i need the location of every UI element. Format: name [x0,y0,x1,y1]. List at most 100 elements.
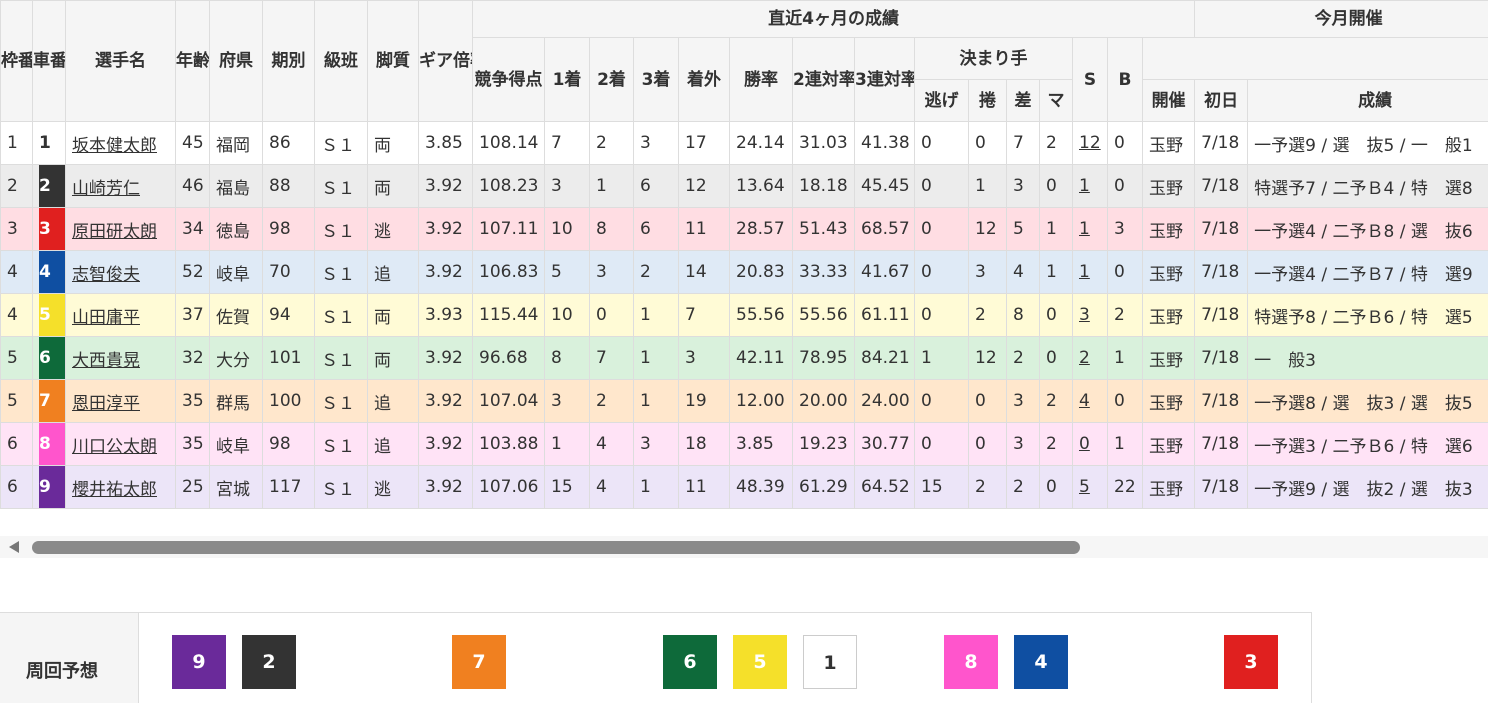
racer-name-link[interactable]: 山崎芳仁 [72,179,140,199]
racer-sashi: 7 [1007,122,1040,165]
racer-b: 3 [1108,208,1143,251]
racer-mark: 0 [1040,294,1073,337]
racer-mark: 2 [1040,122,1073,165]
racer-name-link[interactable]: 志智俊夫 [72,265,140,285]
racer-sashi: 2 [1007,466,1040,509]
header-score: 競争得点 [473,38,545,122]
racer-gear: 3.92 [419,423,473,466]
racer-name-link[interactable]: 山田庸平 [72,308,140,328]
racer-rate2: 33.33 [793,251,855,294]
racer-out: 17 [679,122,730,165]
racer-result: 一予選9 / 選 抜5 / 一 般1 [1248,122,1488,165]
racer-gear: 3.92 [419,466,473,509]
racer-s-link[interactable]: 12 [1079,133,1101,153]
racer-name-link[interactable]: 大西貴晃 [72,351,140,371]
racer-name-link[interactable]: 櫻井祐太郎 [72,480,157,500]
prediction-car: 3 [1224,635,1278,689]
racer-makuri: 2 [969,294,1007,337]
racer-out: 3 [679,337,730,380]
header-mark: マ [1040,80,1073,122]
racer-s-link[interactable]: 2 [1079,348,1090,368]
racer-style: 追 [368,251,419,294]
racer-age: 34 [176,208,210,251]
header-age: 年齢 [176,1,210,122]
racer-second: 2 [590,380,634,423]
racer-third: 1 [634,466,679,509]
racer-win-rate: 13.64 [730,165,793,208]
racer-rate2: 18.18 [793,165,855,208]
racer-s-cell: 1 [1073,165,1108,208]
scroll-left-arrow-icon[interactable] [9,541,19,553]
racer-car-number: 5 [33,294,66,337]
prediction-car: 6 [663,635,717,689]
racer-s-link[interactable]: 1 [1079,219,1090,239]
racer-out: 11 [679,466,730,509]
racer-rate2: 51.43 [793,208,855,251]
racer-s-link[interactable]: 5 [1079,477,1090,497]
racer-sashi: 3 [1007,380,1040,423]
racer-class: Ｓ１ [315,466,368,509]
racer-third: 6 [634,165,679,208]
racer-score: 107.11 [473,208,545,251]
racer-pref: 宮城 [210,466,263,509]
racer-style: 両 [368,337,419,380]
header-b: B [1108,38,1143,122]
racer-pref: 徳島 [210,208,263,251]
racer-out: 18 [679,423,730,466]
racer-name-link[interactable]: 川口公太朗 [72,437,157,457]
racer-name-link[interactable]: 原田研太朗 [72,222,157,242]
racer-s-link[interactable]: 1 [1079,176,1090,196]
racer-name-cell: 恩田淳平 [66,380,176,423]
racer-first: 3 [545,165,590,208]
racer-score: 103.88 [473,423,545,466]
racer-s-link[interactable]: 3 [1079,305,1090,325]
racer-firstday: 7/18 [1195,251,1248,294]
racer-venue: 玉野 [1143,423,1195,466]
prediction-car: 2 [242,635,296,689]
racer-third: 6 [634,208,679,251]
header-waku: 枠番 [1,1,33,122]
racer-b: 1 [1108,337,1143,380]
car-number-badge: 6 [39,337,65,379]
racer-firstday: 7/18 [1195,294,1248,337]
racer-name-cell: 川口公太朗 [66,423,176,466]
racer-name-link[interactable]: 恩田淳平 [72,394,140,414]
racer-s-link[interactable]: 0 [1079,434,1090,454]
table-row: 45山田庸平37佐賀94Ｓ１両3.93115.441001755.5655.56… [1,294,1488,337]
racer-venue: 玉野 [1143,122,1195,165]
racer-third: 1 [634,294,679,337]
racer-term: 88 [263,165,315,208]
racer-rate2: 19.23 [793,423,855,466]
racer-score: 106.83 [473,251,545,294]
racer-s-link[interactable]: 4 [1079,391,1090,411]
racer-out: 11 [679,208,730,251]
racer-rate3: 84.21 [855,337,915,380]
racer-mark: 0 [1040,337,1073,380]
racer-nige: 0 [915,122,969,165]
racer-s-link[interactable]: 1 [1079,262,1090,282]
racer-firstday: 7/18 [1195,337,1248,380]
racer-venue: 玉野 [1143,337,1195,380]
racer-name-cell: 志智俊夫 [66,251,176,294]
racer-term: 100 [263,380,315,423]
racer-b: 0 [1108,251,1143,294]
racer-third: 3 [634,122,679,165]
horizontal-scrollbar[interactable] [0,536,1488,558]
racer-term: 101 [263,337,315,380]
racer-first: 7 [545,122,590,165]
racer-makuri: 0 [969,423,1007,466]
racer-age: 45 [176,122,210,165]
racer-pref: 福島 [210,165,263,208]
racer-gear: 3.92 [419,208,473,251]
racer-score: 107.04 [473,380,545,423]
racer-name-link[interactable]: 坂本健太郎 [72,136,157,156]
racer-venue: 玉野 [1143,294,1195,337]
racer-third: 2 [634,251,679,294]
racer-age: 35 [176,380,210,423]
racer-pref: 福岡 [210,122,263,165]
scroll-thumb[interactable] [32,541,1080,554]
racer-win-rate: 24.14 [730,122,793,165]
racer-rate2: 78.95 [793,337,855,380]
racer-second: 3 [590,251,634,294]
racer-makuri: 12 [969,337,1007,380]
